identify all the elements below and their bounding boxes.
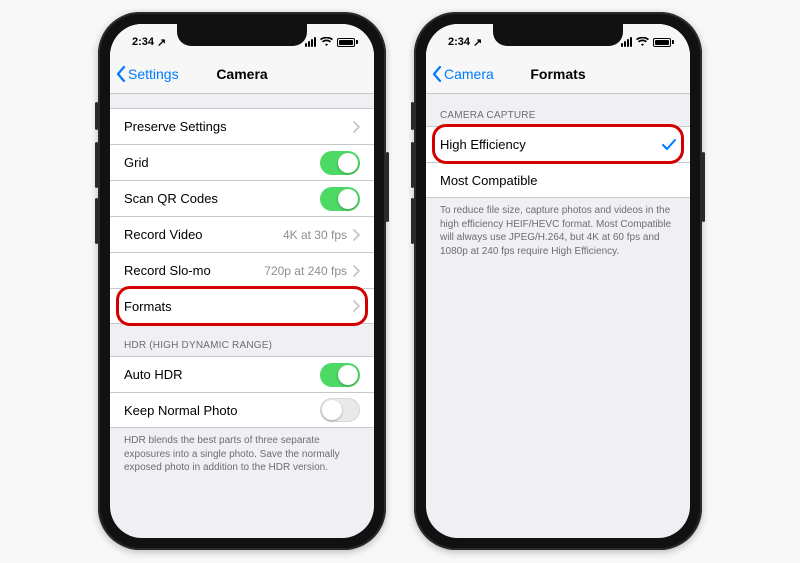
formats-content[interactable]: CAMERA CAPTURE High Efficiency Most Comp… [426, 94, 690, 538]
settings-content[interactable]: Preserve Settings Grid Scan QR Codes Rec… [110, 94, 374, 538]
row-label: Most Compatible [440, 173, 676, 188]
location-icon: ↗ [473, 36, 482, 49]
back-button[interactable]: Camera [432, 66, 494, 82]
row-grid[interactable]: Grid [110, 144, 374, 180]
toggle-auto-hdr[interactable] [320, 363, 360, 387]
row-keep-normal[interactable]: Keep Normal Photo [110, 392, 374, 428]
battery-icon [337, 38, 358, 47]
wifi-icon [636, 37, 649, 47]
row-high-efficiency[interactable]: High Efficiency [426, 126, 690, 162]
row-label: Scan QR Codes [124, 191, 320, 206]
chevron-right-icon [353, 229, 360, 241]
phone-right: 2:34 ↗ Camera Formats CAMERA CAPTURE Hig… [414, 12, 702, 550]
section-header-capture: CAMERA CAPTURE [426, 94, 690, 126]
check-icon [662, 139, 676, 151]
row-most-compatible[interactable]: Most Compatible [426, 162, 690, 198]
row-record-slomo[interactable]: Record Slo-mo 720p at 240 fps [110, 252, 374, 288]
nav-bar: Camera Formats [426, 54, 690, 94]
side-button [702, 152, 705, 222]
side-button [411, 142, 414, 188]
side-button [411, 102, 414, 130]
side-button [95, 102, 98, 130]
status-time: 2:34 [132, 36, 154, 48]
wifi-icon [320, 37, 333, 47]
phone-left: 2:34 ↗ Settings Camera Preserve Settings [98, 12, 386, 550]
chevron-left-icon [116, 66, 126, 82]
side-button [411, 198, 414, 244]
row-label: High Efficiency [440, 137, 662, 152]
row-label: Formats [124, 299, 353, 314]
signal-icon [621, 37, 632, 47]
row-scan-qr[interactable]: Scan QR Codes [110, 180, 374, 216]
chevron-left-icon [432, 66, 442, 82]
row-label: Record Video [124, 227, 283, 242]
toggle-keep-normal[interactable] [320, 398, 360, 422]
row-label: Keep Normal Photo [124, 403, 320, 418]
chevron-right-icon [353, 265, 360, 277]
side-button [95, 198, 98, 244]
notch [177, 24, 307, 46]
nav-bar: Settings Camera [110, 54, 374, 94]
section-header-hdr: HDR (HIGH DYNAMIC RANGE) [110, 324, 374, 356]
row-formats[interactable]: Formats [110, 288, 374, 324]
location-icon: ↗ [157, 36, 166, 49]
row-record-video[interactable]: Record Video 4K at 30 fps [110, 216, 374, 252]
row-preserve-settings[interactable]: Preserve Settings [110, 108, 374, 144]
back-label: Settings [128, 66, 179, 82]
battery-icon [653, 38, 674, 47]
row-value: 720p at 240 fps [264, 264, 347, 278]
signal-icon [305, 37, 316, 47]
side-button [386, 152, 389, 222]
side-button [95, 142, 98, 188]
footer-hdr: HDR blends the best parts of three separ… [110, 428, 374, 487]
row-label: Record Slo-mo [124, 263, 264, 278]
row-label: Auto HDR [124, 367, 320, 382]
back-label: Camera [444, 66, 494, 82]
row-auto-hdr[interactable]: Auto HDR [110, 356, 374, 392]
row-value: 4K at 30 fps [283, 228, 347, 242]
chevron-right-icon [353, 300, 360, 312]
notch [493, 24, 623, 46]
chevron-right-icon [353, 121, 360, 133]
footer-formats: To reduce file size, capture photos and … [426, 198, 690, 270]
row-label: Preserve Settings [124, 119, 353, 134]
toggle-grid[interactable] [320, 151, 360, 175]
row-label: Grid [124, 155, 320, 170]
status-time: 2:34 [448, 36, 470, 48]
toggle-scan-qr[interactable] [320, 187, 360, 211]
back-button[interactable]: Settings [116, 66, 179, 82]
